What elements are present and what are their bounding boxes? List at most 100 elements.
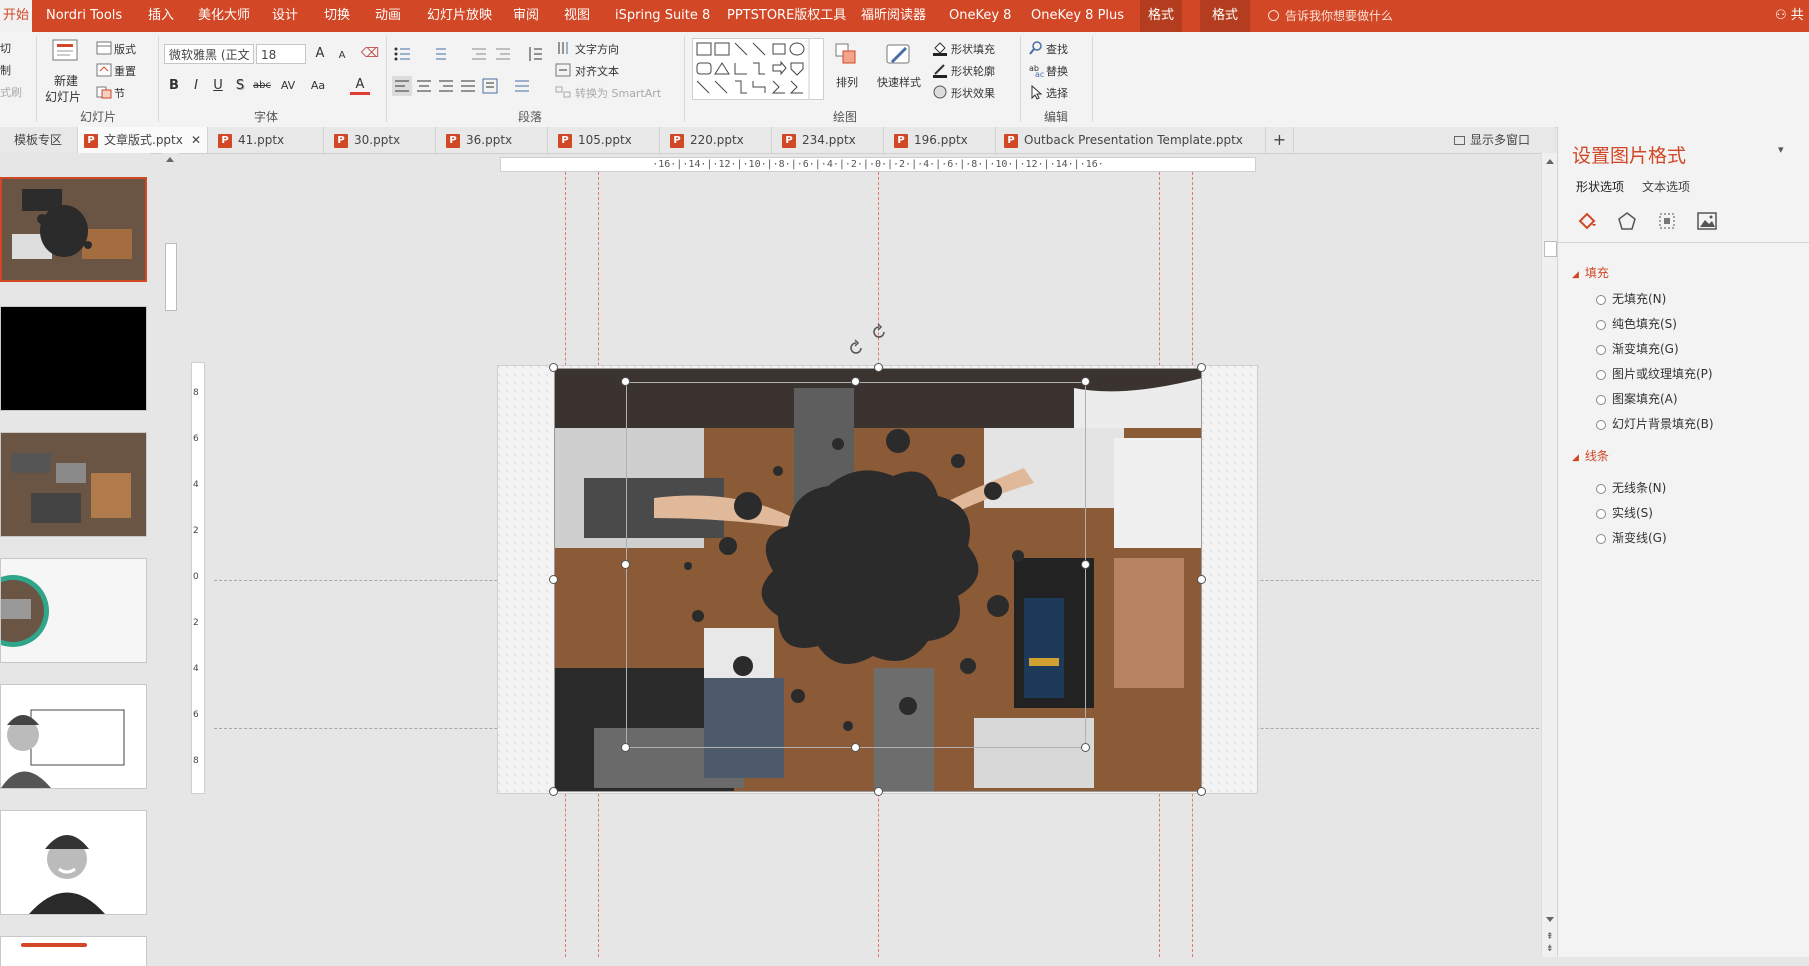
scroll-thumb[interactable]: [165, 243, 177, 311]
tab-pptstore[interactable]: PPTSTORE版权工具: [727, 0, 846, 32]
radio-button[interactable]: [1596, 369, 1606, 380]
tab-view[interactable]: 视图: [564, 0, 590, 32]
tab-text-options[interactable]: 文本选项: [1642, 178, 1690, 195]
tab-animations[interactable]: 动画: [375, 0, 401, 32]
resize-handle[interactable]: [874, 363, 883, 372]
scroll-up-icon[interactable]: [166, 157, 174, 162]
tab-review[interactable]: 审阅: [513, 0, 539, 32]
doc-tab[interactable]: P 220.pptx: [660, 127, 772, 153]
resize-handle[interactable]: [851, 377, 860, 386]
previous-slide-icon[interactable]: ⇞: [1546, 933, 1554, 942]
doc-tab[interactable]: P 30.pptx: [324, 127, 436, 153]
resize-handle[interactable]: [1081, 743, 1090, 752]
italic-button[interactable]: I: [186, 76, 206, 96]
tab-beautify[interactable]: 美化大师: [198, 0, 250, 32]
effects-pentagon-icon[interactable]: [1616, 210, 1638, 232]
shape-fill-button[interactable]: 形状填充: [951, 41, 995, 57]
tab-format-2[interactable]: 格式: [1200, 0, 1250, 32]
resize-handle[interactable]: [549, 787, 558, 796]
fill-section-header[interactable]: ◢ 填充: [1572, 264, 1609, 281]
resize-handle[interactable]: [1081, 377, 1090, 386]
resize-handle[interactable]: [621, 743, 630, 752]
tab-home[interactable]: 开始: [0, 0, 32, 32]
radio-gradient-line[interactable]: 渐变线(G): [1596, 529, 1667, 546]
scroll-thumb[interactable]: [1544, 241, 1557, 257]
doc-tab[interactable]: P 234.pptx: [772, 127, 884, 153]
new-slide-label-2[interactable]: 幻灯片: [45, 88, 81, 105]
slide-thumbnail[interactable]: [0, 810, 147, 915]
resize-handle[interactable]: [851, 743, 860, 752]
multi-window-button[interactable]: 显示多窗口: [1454, 127, 1554, 153]
slide-thumbnail[interactable]: [0, 306, 147, 411]
find-button[interactable]: 查找: [1046, 41, 1068, 57]
shape-outline-button[interactable]: 形状轮廓: [951, 63, 995, 79]
quick-styles-icon[interactable]: [884, 40, 914, 70]
resize-handle[interactable]: [621, 377, 630, 386]
resize-handle[interactable]: [1197, 787, 1206, 796]
shadow-button[interactable]: S: [230, 76, 250, 96]
tell-me-search[interactable]: 告诉我你想要做什么: [1268, 0, 1393, 32]
layout-button[interactable]: 版式: [114, 41, 136, 57]
slide-thumbnail[interactable]: [0, 684, 147, 789]
doc-tab-active[interactable]: P 文章版式.pptx ✕: [78, 127, 208, 153]
radio-picture-fill[interactable]: 图片或纹理填充(P): [1596, 365, 1713, 382]
section-button[interactable]: 节: [114, 85, 125, 101]
tab-onekey8[interactable]: OneKey 8: [949, 0, 1011, 32]
radio-button[interactable]: [1596, 533, 1606, 544]
resize-handle[interactable]: [1197, 363, 1206, 372]
doc-tab[interactable]: P 36.pptx: [436, 127, 548, 153]
radio-button[interactable]: [1596, 319, 1606, 330]
shapes-gallery[interactable]: [692, 38, 824, 100]
radio-no-fill[interactable]: 无填充(N): [1596, 290, 1666, 307]
horizontal-ruler[interactable]: ·16·|·14·|·12·|·10·|·8·|·6·|·4·|·2·|·0·|…: [500, 157, 1256, 172]
radio-no-line[interactable]: 无线条(N): [1596, 479, 1666, 496]
resize-handle[interactable]: [1081, 560, 1090, 569]
thumbnail-scrollbar[interactable]: [162, 153, 179, 957]
doc-tab[interactable]: P Outback Presentation Template.pptx: [996, 127, 1266, 153]
doc-tab[interactable]: P 41.pptx: [208, 127, 324, 153]
resize-handle[interactable]: [874, 787, 883, 796]
strikethrough-button[interactable]: abc: [252, 76, 272, 96]
slide-thumbnail[interactable]: [0, 558, 147, 663]
char-spacing-button[interactable]: AV: [278, 76, 298, 96]
tab-foxit[interactable]: 福昕阅读器: [861, 0, 926, 32]
new-slide-icon[interactable]: [50, 38, 82, 68]
radio-button[interactable]: [1596, 483, 1606, 494]
tab-format-1[interactable]: 格式: [1140, 0, 1182, 32]
picture-icon[interactable]: [1696, 210, 1718, 232]
new-slide-label[interactable]: 新建: [54, 72, 78, 89]
slide-thumbnail[interactable]: [0, 432, 147, 537]
grow-font-button[interactable]: A: [310, 44, 330, 64]
fill-line-icon[interactable]: [1576, 210, 1598, 232]
arrange-icon[interactable]: [834, 42, 860, 68]
select-button[interactable]: 选择: [1046, 85, 1068, 101]
copy-button[interactable]: 制: [0, 62, 11, 78]
tab-onekey8-plus[interactable]: OneKey 8 Plus: [1031, 0, 1124, 32]
list-buttons[interactable]: [392, 44, 552, 64]
doc-tab[interactable]: P 196.pptx: [884, 127, 996, 153]
scroll-down-icon[interactable]: [1546, 917, 1554, 922]
share-button[interactable]: ⚇ 共: [1775, 0, 1804, 32]
format-painter-button[interactable]: 式刷: [0, 84, 22, 100]
radio-solid-line[interactable]: 实线(S): [1596, 504, 1653, 521]
font-name-combo[interactable]: 微软雅黑 (正文: [164, 44, 254, 64]
resize-handle[interactable]: [1197, 575, 1206, 584]
line-section-header[interactable]: ◢ 线条: [1572, 447, 1609, 464]
slide-canvas[interactable]: [497, 363, 1259, 796]
change-case-button[interactable]: Aa: [308, 76, 328, 96]
tab-insert[interactable]: 插入: [148, 0, 174, 32]
slide-thumbnail[interactable]: [0, 936, 147, 966]
add-tab-button[interactable]: +: [1266, 127, 1294, 153]
radio-background-fill[interactable]: 幻灯片背景填充(B): [1596, 415, 1714, 432]
quick-styles-button[interactable]: 快速样式: [877, 74, 921, 90]
font-color-button[interactable]: A: [350, 76, 370, 95]
radio-button[interactable]: [1596, 508, 1606, 519]
tab-ispring[interactable]: iSpring Suite 8: [615, 0, 710, 32]
size-properties-icon[interactable]: [1656, 210, 1678, 232]
radio-gradient-fill[interactable]: 渐变填充(G): [1596, 340, 1679, 357]
text-direction-button[interactable]: 文字方向: [575, 41, 619, 57]
radio-button[interactable]: [1596, 344, 1606, 355]
shape-effects-button[interactable]: 形状效果: [951, 85, 995, 101]
vertical-ruler[interactable]: 8 6 4 2 0 2 4 6 8: [191, 362, 205, 794]
radio-solid-fill[interactable]: 纯色填充(S): [1596, 315, 1677, 332]
